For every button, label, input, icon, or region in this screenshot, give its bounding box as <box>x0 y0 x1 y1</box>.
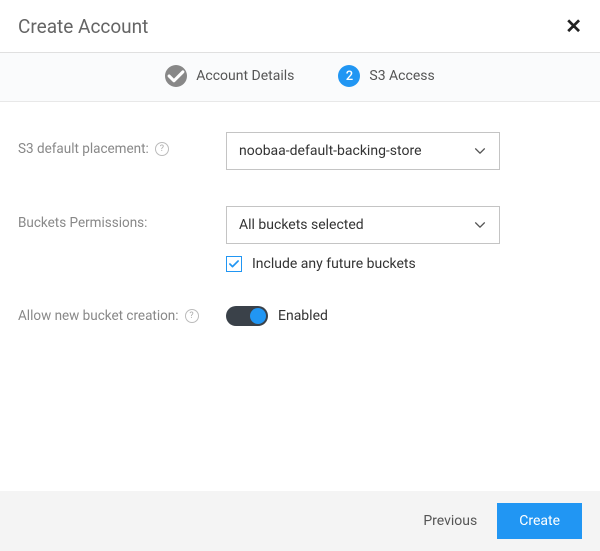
row-allow-new-bucket: Allow new bucket creation: ? Enabled <box>18 306 582 326</box>
placement-dropdown[interactable]: noobaa-default-backing-store <box>226 132 500 170</box>
toggle-knob <box>250 308 266 324</box>
toggle-state-label: Enabled <box>278 308 328 324</box>
field-label: Allow new bucket creation: ? <box>18 306 226 324</box>
future-buckets-label: Include any future buckets <box>252 256 416 272</box>
dropdown-value: noobaa-default-backing-store <box>239 143 422 159</box>
row-buckets-permissions: Buckets Permissions: All buckets selecte… <box>18 206 582 272</box>
dialog-title: Create Account <box>18 15 148 38</box>
label-text: Allow new bucket creation: <box>18 308 179 324</box>
dropdown-value: All buckets selected <box>239 217 364 233</box>
dialog-header: Create Account ✕ <box>0 0 600 53</box>
field-label: S3 default placement: ? <box>18 132 226 157</box>
create-button[interactable]: Create <box>497 503 582 539</box>
previous-button[interactable]: Previous <box>423 513 477 529</box>
buckets-dropdown[interactable]: All buckets selected <box>226 206 500 244</box>
field-label: Buckets Permissions: <box>18 206 226 231</box>
chevron-down-icon <box>473 218 487 232</box>
future-buckets-row: Include any future buckets <box>226 256 582 272</box>
chevron-down-icon <box>473 144 487 158</box>
help-icon[interactable]: ? <box>155 142 169 156</box>
allow-new-bucket-toggle[interactable] <box>226 306 268 326</box>
label-text: S3 default placement: <box>18 141 149 157</box>
help-icon[interactable]: ? <box>185 309 199 323</box>
step-account-details[interactable]: Account Details <box>165 65 294 87</box>
step-s3-access[interactable]: 2 S3 Access <box>338 65 434 87</box>
step-label: Account Details <box>196 68 294 84</box>
step-label: S3 Access <box>369 68 434 84</box>
label-text: Buckets Permissions: <box>18 215 147 231</box>
close-icon[interactable]: ✕ <box>565 14 582 38</box>
wizard-steps: Account Details 2 S3 Access <box>0 53 600 102</box>
row-default-placement: S3 default placement: ? noobaa-default-b… <box>18 132 582 170</box>
form-content: S3 default placement: ? noobaa-default-b… <box>0 102 600 326</box>
check-icon <box>165 65 187 87</box>
dialog-footer: Previous Create <box>0 491 600 551</box>
future-buckets-checkbox[interactable] <box>226 256 242 272</box>
step-number-icon: 2 <box>338 65 360 87</box>
